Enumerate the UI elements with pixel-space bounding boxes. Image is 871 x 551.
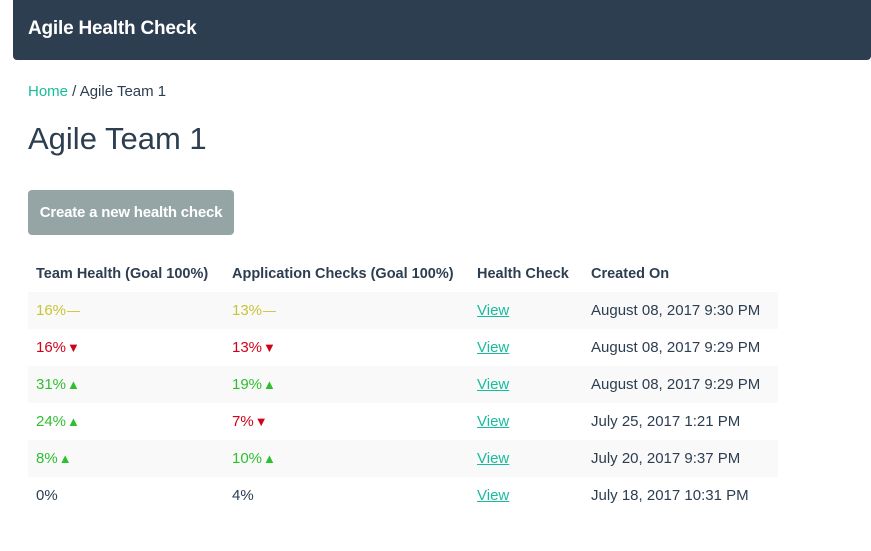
- application-checks-cell: 4%: [224, 477, 469, 514]
- created-on-cell: August 08, 2017 9:29 PM: [591, 376, 761, 393]
- created-on-cell: July 18, 2017 10:31 PM: [591, 487, 749, 504]
- team-health-value: 16%: [36, 339, 67, 356]
- trend-up-icon: ▲: [67, 414, 80, 429]
- application-checks-cell: 19%▲: [224, 366, 469, 403]
- header-created-on: Created On: [591, 265, 670, 282]
- trend-up-icon: ▲: [58, 451, 72, 466]
- team-health-value: 0%: [36, 487, 58, 504]
- header-team-health: Team Health (Goal 100%): [36, 265, 209, 282]
- created-on-cell: July 25, 2017 1:21 PM: [591, 413, 741, 430]
- application-checks-cell: 10%▲: [224, 440, 469, 477]
- view-link[interactable]: View: [477, 376, 509, 393]
- team-health-value: 8%: [36, 450, 58, 467]
- team-health-value: 24%: [36, 413, 67, 430]
- table-row: 8%▲ 10%▲ View July 20, 2017 9:37 PM: [28, 440, 778, 477]
- application-checks-value: 13%: [232, 302, 263, 319]
- table-row: 24%▲ 7%▼ View July 25, 2017 1:21 PM: [28, 403, 778, 440]
- trend-up-icon: ▲: [263, 377, 276, 392]
- application-checks-value: 10%: [232, 450, 263, 467]
- trend-flat-icon: —: [67, 303, 81, 318]
- trend-down-icon: ▼: [67, 340, 80, 355]
- table-row: 16%▼ 13%▼ View August 08, 2017 9:29 PM: [28, 329, 778, 366]
- team-health-cell: 8%▲: [28, 440, 224, 477]
- application-checks-value: 4%: [232, 487, 254, 504]
- health-check-cell: View: [469, 403, 583, 440]
- table-row: 16%— 13%— View August 08, 2017 9:30 PM: [28, 292, 778, 329]
- header-health-check: Health Check: [477, 265, 569, 282]
- application-checks-value: 13%: [232, 339, 263, 356]
- application-checks-cell: 7%▼: [224, 403, 469, 440]
- health-check-cell: View: [469, 366, 583, 403]
- application-checks-cell: 13%▼: [224, 329, 469, 366]
- view-link[interactable]: View: [477, 413, 509, 430]
- team-health-cell: 16%—: [28, 292, 224, 329]
- top-navbar: Agile Health Check: [13, 0, 871, 60]
- page-title: Agile Team 1: [28, 121, 207, 156]
- breadcrumb-home-link[interactable]: Home: [28, 83, 68, 100]
- table-row: 0% 4% View July 18, 2017 10:31 PM: [28, 477, 778, 514]
- breadcrumb-current: Agile Team 1: [79, 83, 167, 100]
- header-application-checks: Application Checks (Goal 100%): [232, 265, 454, 282]
- trend-down-icon: ▼: [263, 340, 276, 355]
- health-check-cell: View: [469, 329, 583, 366]
- team-health-cell: 16%▼: [28, 329, 224, 366]
- application-checks-value: 7%: [232, 413, 254, 430]
- view-link[interactable]: View: [477, 339, 509, 356]
- health-check-cell: View: [469, 477, 583, 514]
- view-link[interactable]: View: [477, 487, 509, 504]
- breadcrumb: Home / Agile Team 1: [28, 83, 166, 100]
- trend-flat-icon: —: [263, 303, 277, 318]
- health-check-cell: View: [469, 440, 583, 477]
- app-brand[interactable]: Agile Health Check: [28, 18, 197, 40]
- team-health-value: 31%: [36, 376, 67, 393]
- application-checks-value: 19%: [232, 376, 263, 393]
- application-checks-cell: 13%—: [224, 292, 469, 329]
- trend-down-icon: ▼: [254, 414, 268, 429]
- table-body: 16%— 13%— View August 08, 2017 9:30 PM 16%▼ 1…: [28, 292, 778, 514]
- breadcrumb-separator: /: [68, 83, 80, 100]
- view-link[interactable]: View: [477, 450, 509, 467]
- created-on-cell: August 08, 2017 9:30 PM: [591, 302, 761, 319]
- team-health-cell: 0%: [28, 477, 224, 514]
- created-on-cell: July 20, 2017 9:37 PM: [591, 450, 741, 467]
- created-on-cell: August 08, 2017 9:29 PM: [591, 339, 761, 356]
- health-check-table: Team Health (Goal 100%) Application Chec…: [28, 255, 778, 514]
- team-health-cell: 24%▲: [28, 403, 224, 440]
- create-health-check-button[interactable]: Create a new health check: [28, 190, 234, 235]
- team-health-value: 16%: [36, 302, 67, 319]
- health-check-cell: View: [469, 292, 583, 329]
- table-header-row: Team Health (Goal 100%) Application Chec…: [28, 255, 778, 292]
- view-link[interactable]: View: [477, 302, 509, 319]
- trend-up-icon: ▲: [67, 377, 80, 392]
- table-row: 31%▲ 19%▲ View August 08, 2017 9:29 PM: [28, 366, 778, 403]
- team-health-cell: 31%▲: [28, 366, 224, 403]
- trend-up-icon: ▲: [263, 451, 276, 466]
